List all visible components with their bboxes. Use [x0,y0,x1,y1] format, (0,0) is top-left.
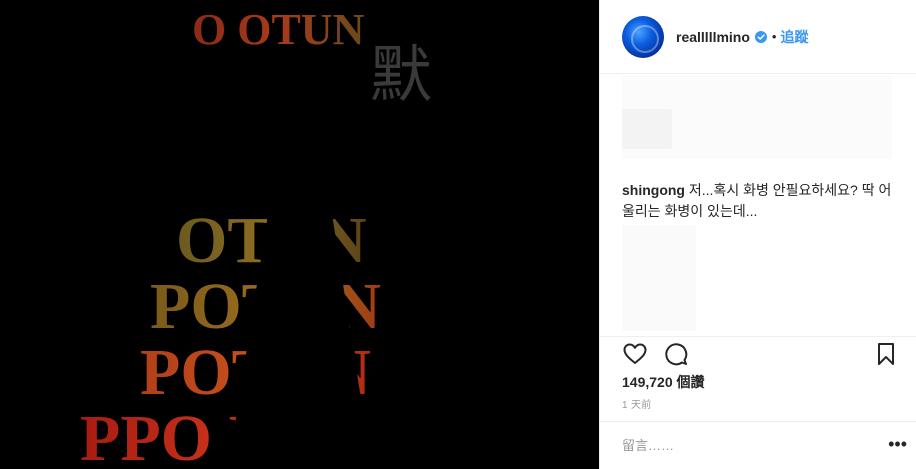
follow-button[interactable]: 追蹤 [780,27,808,47]
avatar[interactable] [622,15,664,58]
verified-badge-icon [754,30,767,43]
action-bar [600,336,916,366]
post-image[interactable]: O OTUN 默 OTUN POTUN POTUN PPO NIS [0,0,599,469]
art-top-text: O OTUN [192,5,365,54]
comment-bubble-icon[interactable] [663,341,689,367]
post-header: realllllmino • 追蹤 [600,0,916,74]
comment-username[interactable]: shingong [622,182,685,198]
post-artwork: O OTUN 默 OTUN POTUN POTUN PPO NIS [80,5,432,469]
likes-suffix: 個讚 [672,374,705,390]
redacted-caption-detail [622,109,672,149]
more-options-button[interactable]: ••• [888,435,907,453]
header-separator: • [771,29,777,44]
art-row-3: POTUN [140,336,371,409]
art-row-4: PPO NIS [80,402,339,469]
post-side-panel: realllllmino • 追蹤 shingong 저...혹시 화병 안필요… [599,0,916,469]
comment-item: shingong 저...혹시 화병 안필요하세요? 딱 어울리는 화병이 있는… [622,180,902,222]
likes-number: 149,720 [622,374,673,390]
art-row-2: POTUN [150,270,381,343]
art-overlay-glyph: 默 [370,38,432,111]
comments-list[interactable]: shingong 저...혹시 화병 안필요하세요? 딱 어울리는 화병이 있는… [600,75,916,337]
add-comment-bar: ••• [600,421,916,469]
username-link[interactable]: realllllmino [676,29,750,45]
bookmark-icon[interactable] [873,341,899,367]
like-heart-icon[interactable] [622,341,648,367]
art-row-1: OTUN [176,204,367,277]
comment-input[interactable] [622,434,862,456]
instagram-post-modal: O OTUN 默 OTUN POTUN POTUN PPO NIS realll… [0,0,916,469]
likes-count[interactable]: 149,720 個讚 [622,372,705,392]
redacted-comment [622,225,696,331]
post-timestamp[interactable]: 1 天前 [622,396,652,411]
